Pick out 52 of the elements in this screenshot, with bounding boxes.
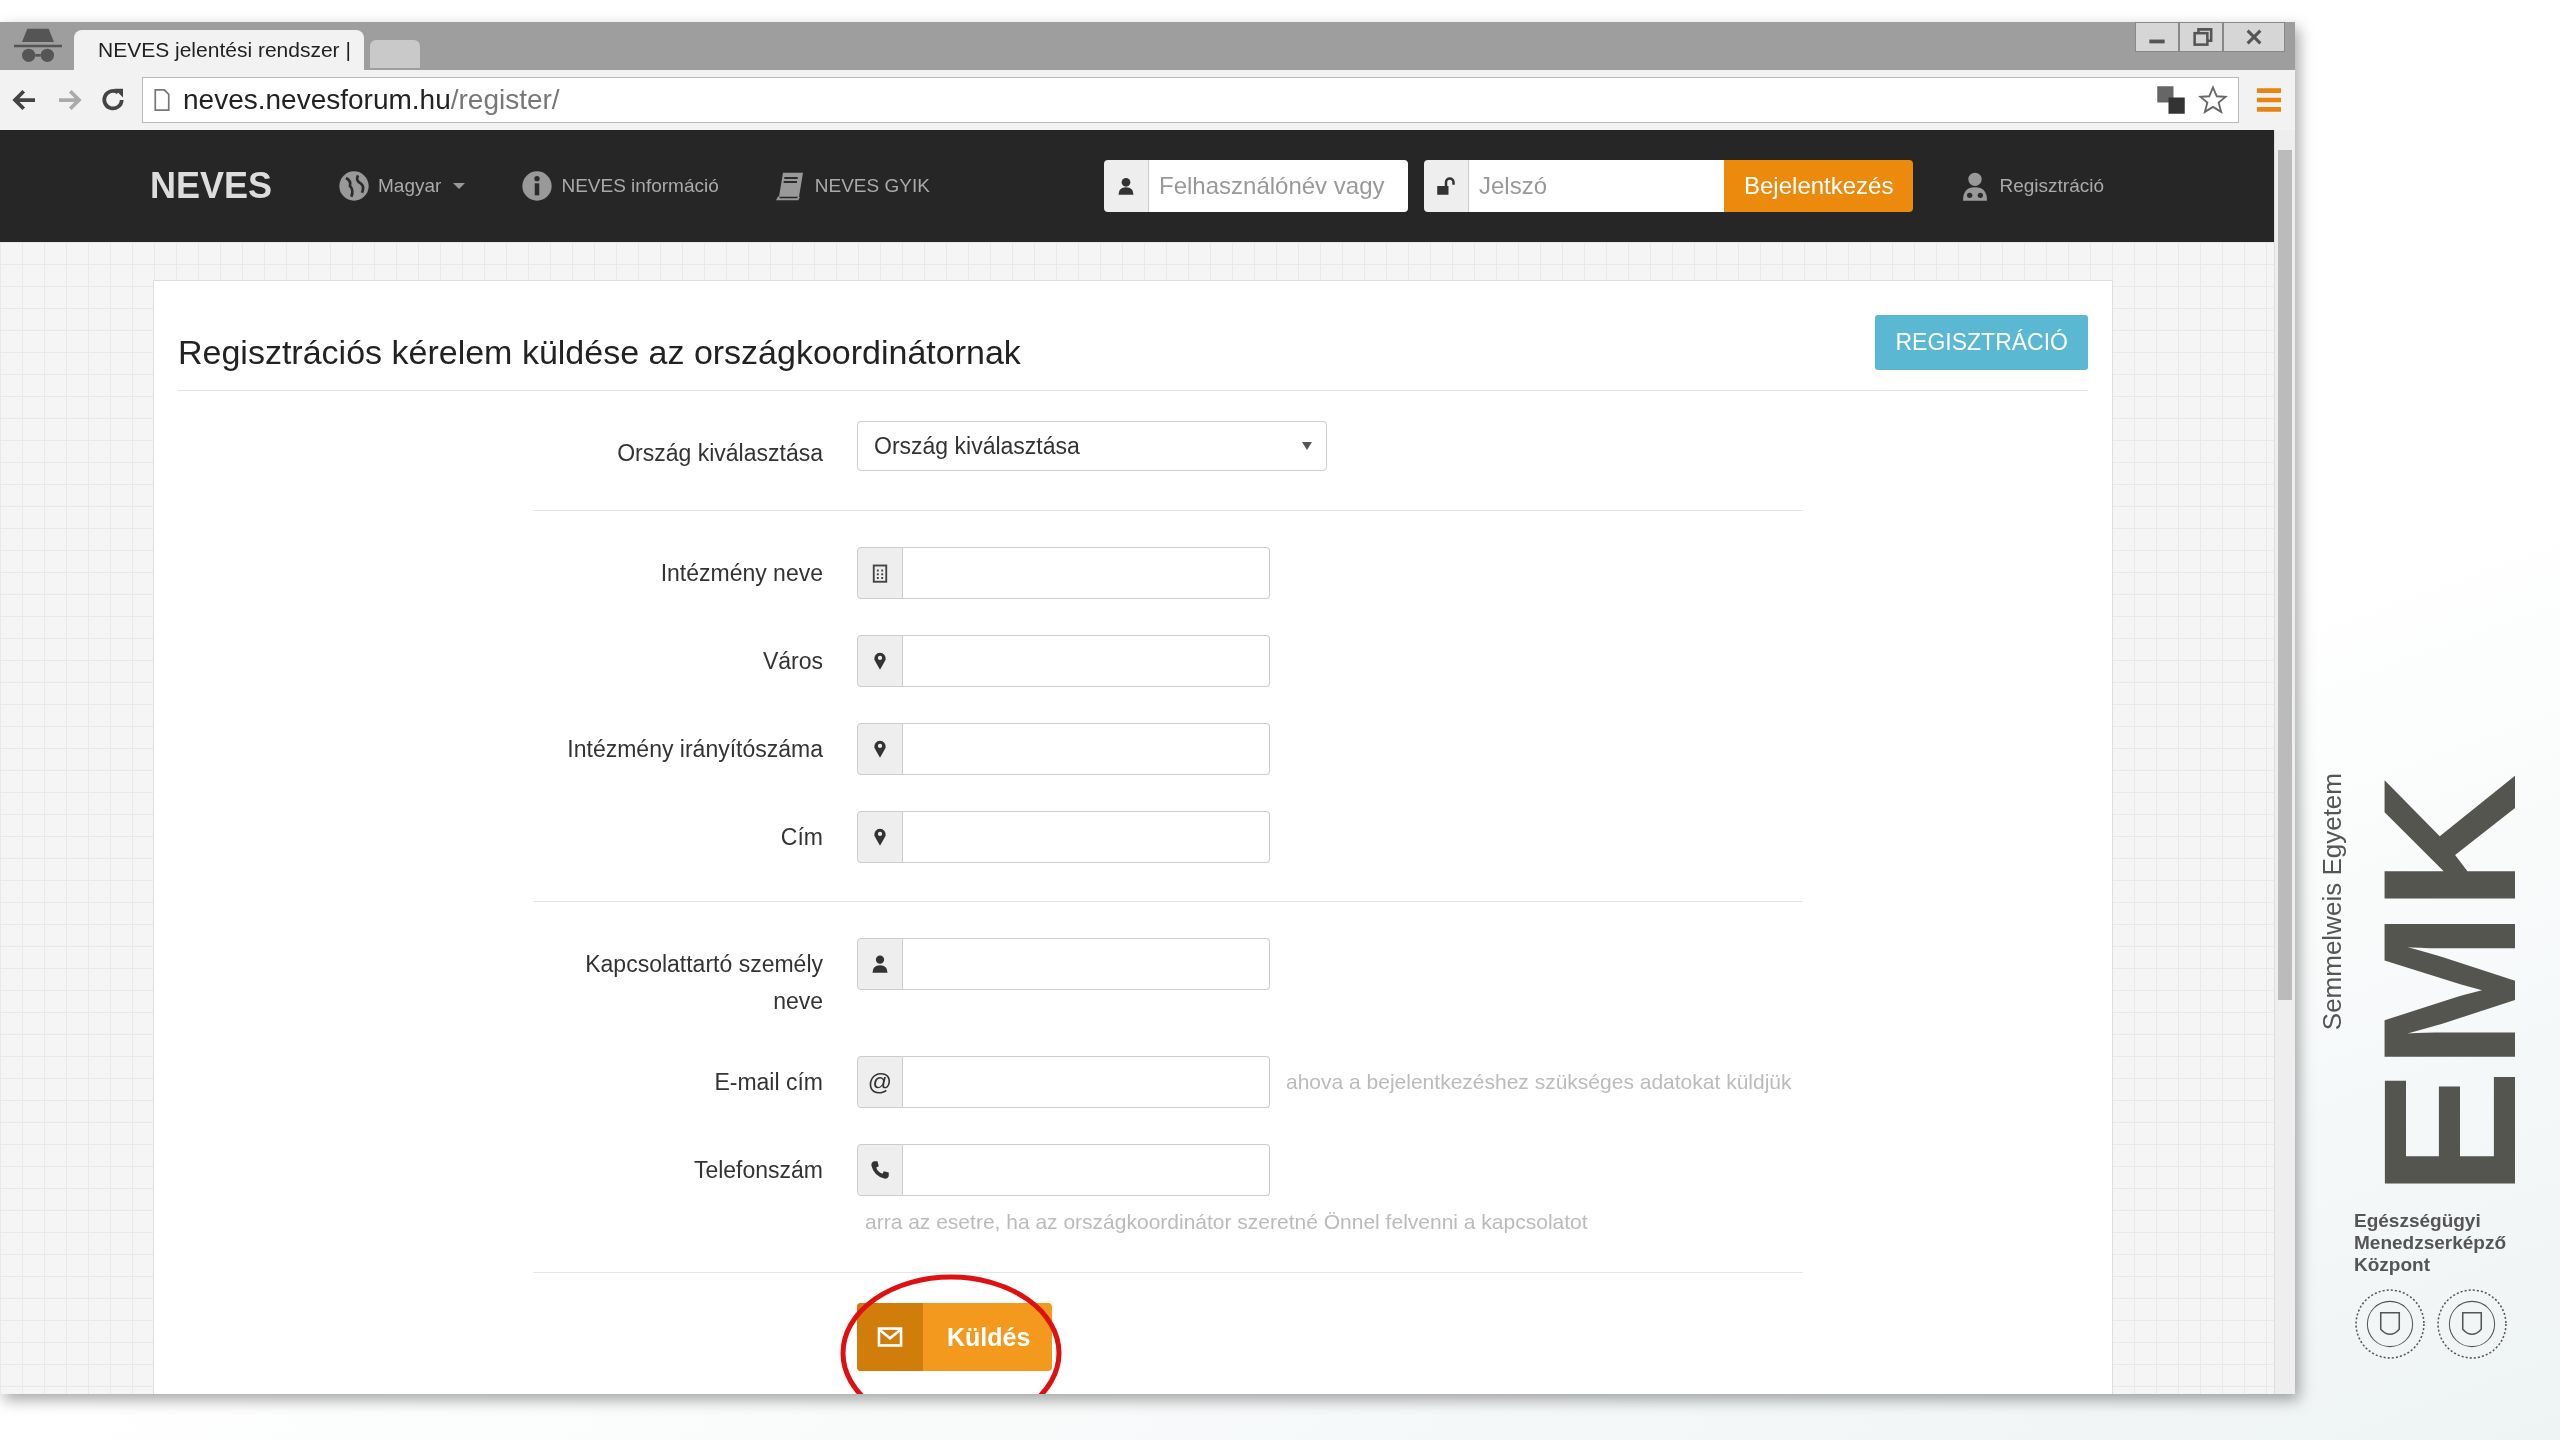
star-icon[interactable] [2198,85,2228,115]
language-dropdown[interactable]: Magyar [338,170,466,202]
info-icon [521,170,554,202]
field-label: Intézmény irányítószáma [566,735,823,764]
close-icon[interactable] [2223,22,2285,52]
text-field[interactable] [903,547,1270,599]
doctor-icon [870,954,890,974]
scrollbar[interactable] [2274,130,2295,1394]
text-field[interactable] [903,723,1270,775]
form-title: Regisztrációs kérelem küldése az országkoordinátornak [178,332,1021,372]
university-name: Semmelweis Egyetem [2317,772,2348,1030]
field-label: E-mail cím [713,1068,823,1097]
country-select[interactable]: Ország kiválasztása [857,421,1327,471]
nav-link[interactable]: NEVES információ [521,170,719,202]
unlock-icon [1436,176,1456,196]
at-sign: @ [867,1068,893,1096]
text-field[interactable] [903,811,1270,863]
help-text: ahova a bejelentkezéshez szükséges adatokat küldjük [1286,1070,1792,1094]
nav-link[interactable]: NEVES GYIK [774,170,930,202]
user-icon [1116,176,1136,196]
globe-icon [338,170,371,202]
center-name: Egészségügyi Menedzserképző Központ [2354,1210,2508,1276]
register-link[interactable]: Regisztráció [1959,170,2104,202]
password-field[interactable]: Jelszó [1469,160,1724,212]
envelope-icon [877,1326,903,1348]
translate-icon[interactable] [2156,85,2186,115]
caret-icon [453,183,466,189]
brand-logo[interactable]: NEVES [150,165,273,207]
text-field[interactable] [903,1056,1270,1108]
restore-icon[interactable] [2179,22,2223,52]
text-field[interactable] [903,1144,1270,1196]
field-label: Kapcsolattartó személy neve [584,950,823,1016]
address-bar[interactable]: neves.nevesforum.hu/register/ [142,77,2239,123]
help-text: arra az esetre, ha az országkoordinátor szeretné Önnel felvenni a kapcsolatot [865,1210,1588,1234]
page-icon [153,88,171,112]
username-field[interactable]: Felhasználónév vagy [1149,160,1408,212]
field-label: Város [761,647,823,676]
field-label: Intézmény neve [659,559,823,588]
seal-icon [2436,1288,2508,1360]
url-text: neves.nevesforum.hu/register/ [183,84,560,116]
text-field[interactable] [903,635,1270,687]
field-label: Ország kiválasztása [616,439,823,468]
text-field[interactable] [903,938,1270,990]
browser-tab[interactable]: NEVES jelentési rendszer | [74,30,364,70]
tab-title: NEVES jelentési rendszer | [98,38,351,62]
phone-icon [870,1160,890,1180]
building-icon [870,563,890,583]
minimize-icon[interactable] [2135,22,2179,52]
seal-icon [2354,1288,2426,1360]
emk-logo: EMK [2354,773,2544,1196]
field-label: Cím [779,823,823,852]
field-label: Telefonszám [692,1156,823,1185]
